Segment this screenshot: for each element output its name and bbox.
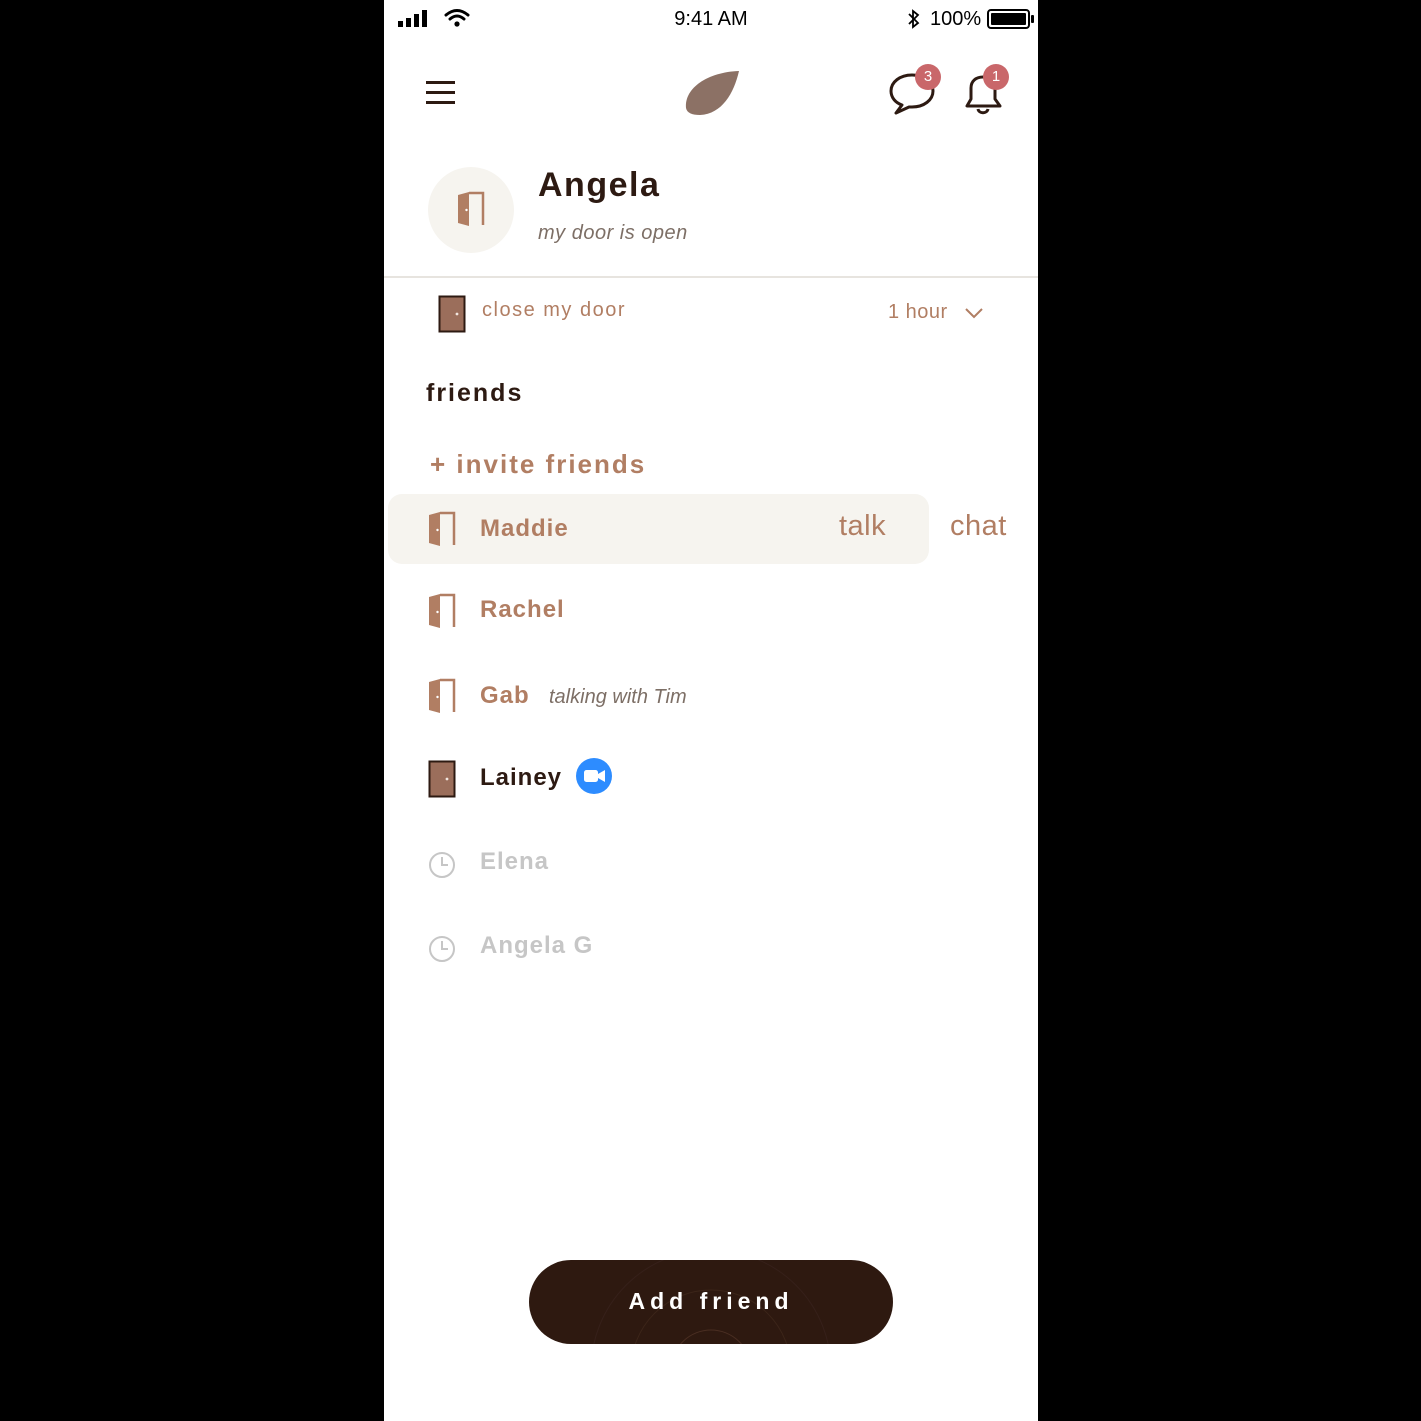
close-door-label[interactable]: close my door [482,299,626,322]
chat-bubble-icon[interactable]: 3 [888,64,941,121]
bell-icon[interactable]: 1 [962,64,1009,121]
invite-friends-link[interactable]: + invite friends [430,449,646,480]
chat-button[interactable]: chat [950,510,1007,543]
avatar[interactable] [428,167,514,253]
friend-name: Rachel [480,596,565,623]
chevron-down-icon[interactable] [964,306,984,325]
hamburger-menu-icon[interactable] [426,80,455,111]
profile-status: my door is open [538,222,688,244]
friend-name: Maddie [480,515,569,542]
closed-door-icon [438,295,466,338]
add-friend-button[interactable]: Add friend [529,1260,893,1344]
closed-door-icon [428,760,456,803]
divider [384,276,1038,278]
app-screen: 9:41 AM 100% 3 1 Angela my door is open … [384,0,1038,1421]
open-door-icon [428,678,456,719]
duration-select[interactable]: 1 hour [888,301,948,324]
friend-name: Gab [480,682,530,709]
talk-button[interactable]: talk [839,510,886,543]
add-friend-label: Add friend [628,1288,794,1314]
clock-icon [428,935,456,968]
battery-icon [987,9,1035,34]
messages-badge: 3 [915,64,941,90]
friends-heading: friends [426,379,524,407]
open-door-icon [457,191,485,232]
friend-name: Lainey [480,764,563,791]
friend-activity: talking with Tim [549,686,687,708]
open-door-icon [428,593,456,634]
battery-percent: 100% [930,8,982,30]
friend-name: Angela G [480,932,594,959]
clock-icon [428,851,456,884]
video-call-icon[interactable] [576,758,612,799]
bluetooth-icon [907,8,921,35]
open-door-icon [428,511,456,552]
profile-name: Angela [538,166,661,204]
leaf-logo-icon [682,68,742,123]
friend-name: Elena [480,848,550,875]
notifications-badge: 1 [983,64,1009,90]
